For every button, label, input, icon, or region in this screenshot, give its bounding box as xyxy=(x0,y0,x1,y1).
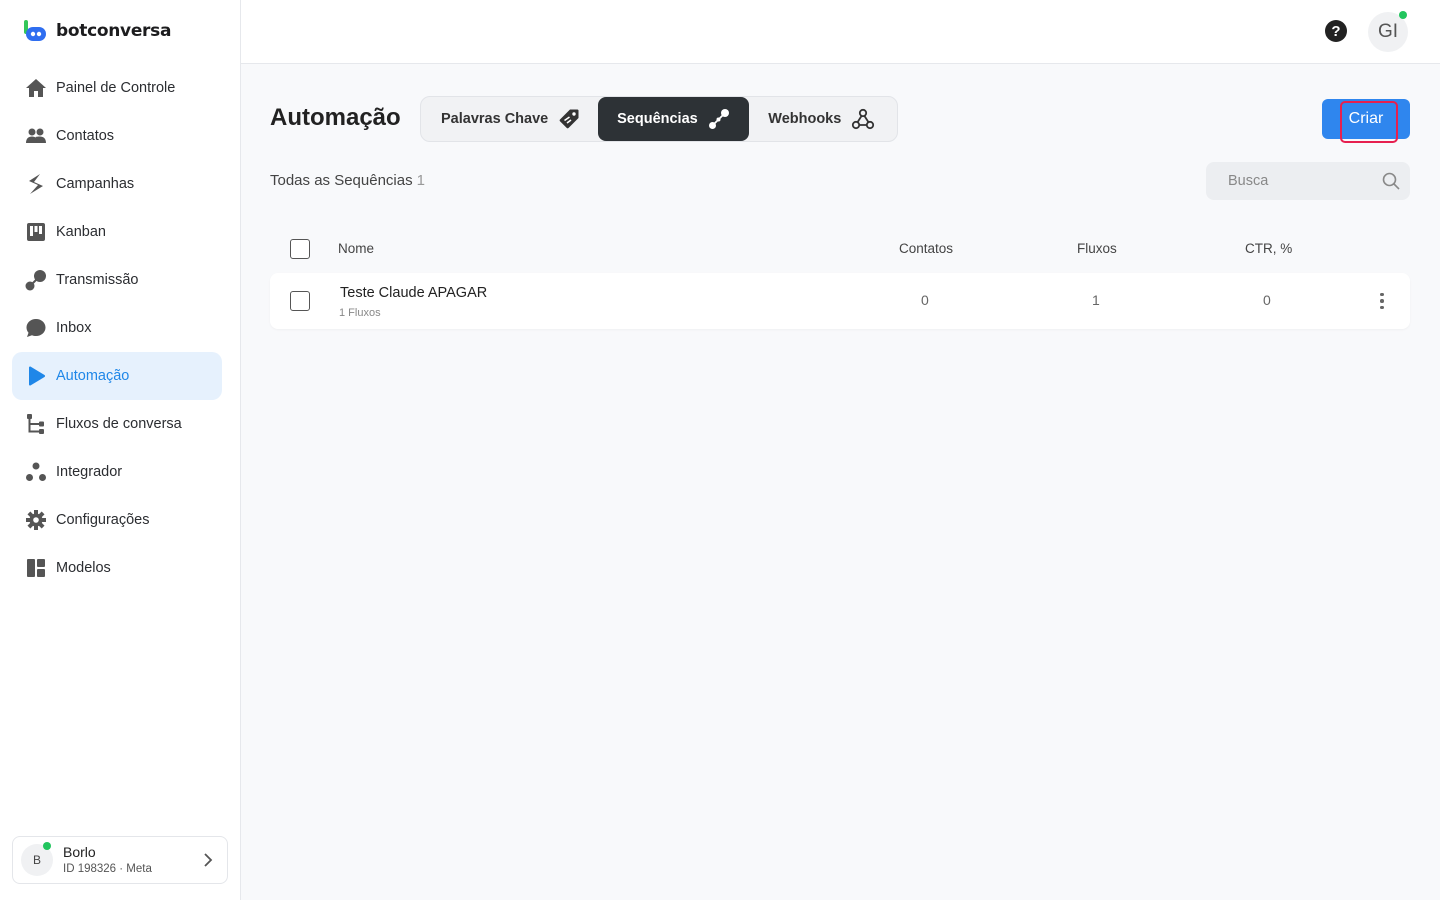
search-box xyxy=(1206,162,1410,200)
sidebar-item-label: Contatos xyxy=(56,128,115,144)
sidebar-item-modelos[interactable]: Modelos xyxy=(12,544,222,592)
users-icon xyxy=(25,125,47,147)
sidebar-item-label: Modelos xyxy=(56,560,111,576)
top-bar: ? GI xyxy=(241,0,1440,64)
sidebar-item-label: Kanban xyxy=(56,224,106,240)
sidebar-item-label: Painel de Controle xyxy=(56,80,176,96)
sidebar-item-integrador[interactable]: Integrador xyxy=(12,448,222,496)
flow-tree-icon xyxy=(25,413,47,435)
table-row[interactable]: Teste Claude APAGAR 1 Fluxos 0 1 0 xyxy=(270,273,1410,329)
tab-label: Webhooks xyxy=(768,111,842,127)
integrator-icon xyxy=(25,461,47,483)
online-status-dot xyxy=(43,842,51,850)
sidebar-nav: Painel de Controle Contatos Campanhas Ka… xyxy=(12,64,222,592)
botconversa-logo-icon xyxy=(24,20,46,41)
cell-ctr: 0 xyxy=(1263,292,1271,308)
sidebar-item-label: Fluxos de conversa xyxy=(56,416,182,432)
list-heading: Todas as Sequências 1 xyxy=(270,172,425,189)
sidebar-item-transmissao[interactable]: Transmissão xyxy=(12,256,222,304)
sequence-name[interactable]: Teste Claude APAGAR xyxy=(340,285,487,301)
sidebar-item-fluxos-de-conversa[interactable]: Fluxos de conversa xyxy=(12,400,222,448)
sequence-flows-count: 1 Fluxos xyxy=(339,307,381,319)
list-count: 1 xyxy=(416,172,425,189)
templates-icon xyxy=(25,557,47,579)
tag-icon xyxy=(559,109,579,129)
sidebar-item-label: Configurações xyxy=(56,512,150,528)
chevron-right-icon xyxy=(203,853,213,872)
column-header-contatos[interactable]: Contatos xyxy=(899,241,953,256)
sidebar-item-label: Campanhas xyxy=(56,176,135,192)
account-id: ID 198326 · Meta xyxy=(63,862,152,875)
tab-palavras-chave[interactable]: Palavras Chave xyxy=(423,97,598,141)
account-switcher[interactable]: B Borlo ID 198326 · Meta xyxy=(12,836,228,884)
sidebar-item-automacao[interactable]: Automação xyxy=(12,352,222,400)
create-button[interactable]: Criar xyxy=(1322,99,1410,139)
cell-contatos: 0 xyxy=(921,292,929,308)
sidebar-item-contatos[interactable]: Contatos xyxy=(12,112,222,160)
tab-label: Palavras Chave xyxy=(441,111,549,127)
broadcast-icon xyxy=(25,269,47,291)
more-options-icon[interactable] xyxy=(1374,289,1390,313)
column-header-nome[interactable]: Nome xyxy=(338,241,374,256)
sidebar-item-label: Integrador xyxy=(56,464,123,480)
list-heading-label: Todas as Sequências xyxy=(270,172,413,189)
tab-webhooks[interactable]: Webhooks xyxy=(749,97,895,141)
page-title: Automação xyxy=(270,104,401,131)
home-icon xyxy=(25,77,47,99)
tab-sequencias[interactable]: Sequências xyxy=(598,97,749,141)
select-all-checkbox[interactable] xyxy=(290,239,310,259)
sidebar-item-campanhas[interactable]: Campanhas xyxy=(12,160,222,208)
kanban-icon xyxy=(25,221,47,243)
tab-label: Sequências xyxy=(617,111,698,127)
online-status-dot xyxy=(1399,11,1407,19)
sidebar-item-kanban[interactable]: Kanban xyxy=(12,208,222,256)
column-header-ctr[interactable]: CTR, % xyxy=(1245,241,1292,256)
sidebar-item-inbox[interactable]: Inbox xyxy=(12,304,222,352)
row-checkbox[interactable] xyxy=(290,291,310,311)
gear-icon xyxy=(25,509,47,531)
help-icon[interactable]: ? xyxy=(1325,20,1347,42)
chat-bubble-icon xyxy=(25,317,47,339)
account-info: Borlo ID 198326 · Meta xyxy=(63,844,152,876)
account-avatar: B xyxy=(21,842,53,876)
sidebar-item-configuracoes[interactable]: Configurações xyxy=(12,496,222,544)
cell-fluxos: 1 xyxy=(1092,292,1100,308)
sequence-icon xyxy=(708,109,729,129)
sidebar-item-label: Automação xyxy=(56,368,130,384)
webhook-icon xyxy=(852,108,875,130)
account-initial: B xyxy=(32,853,41,867)
sidebar-item-label: Transmissão xyxy=(56,272,139,288)
table-header: Nome Contatos Fluxos CTR, % xyxy=(270,234,1410,264)
campaigns-icon xyxy=(25,173,47,195)
user-initials: GI xyxy=(1377,21,1399,42)
column-header-fluxos[interactable]: Fluxos xyxy=(1077,241,1117,256)
user-avatar[interactable]: GI xyxy=(1368,11,1408,52)
app-name: botconversa xyxy=(56,21,172,41)
automation-play-icon xyxy=(25,365,47,387)
sidebar-item-painel-de-controle[interactable]: Painel de Controle xyxy=(12,64,222,112)
sidebar-item-label: Inbox xyxy=(56,320,92,336)
automation-tabs: Palavras Chave Sequências Webhooks xyxy=(420,96,898,142)
account-name: Borlo xyxy=(63,844,96,861)
search-icon[interactable] xyxy=(1382,172,1400,190)
app-logo[interactable]: botconversa xyxy=(24,20,171,42)
search-input[interactable] xyxy=(1228,173,1368,189)
sidebar: botconversa Painel de Controle Contatos … xyxy=(0,0,241,900)
